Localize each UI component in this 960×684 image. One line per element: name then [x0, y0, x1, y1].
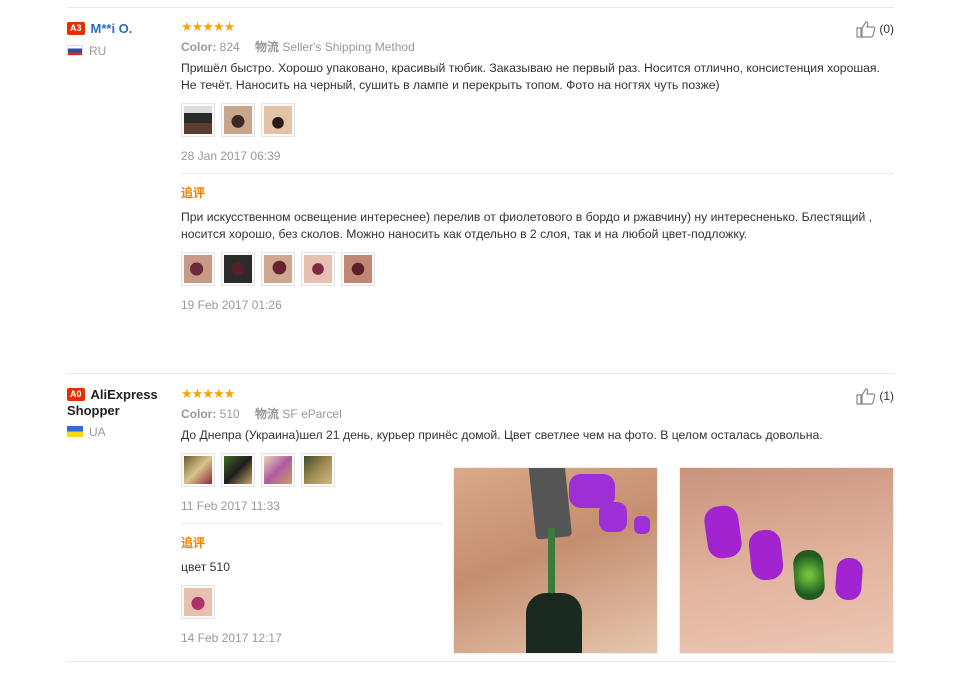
reviewer-name[interactable]: M**i O. — [91, 21, 133, 36]
photo-thumbnail[interactable] — [181, 252, 215, 286]
photo-thumbnail[interactable] — [341, 252, 375, 286]
enlarged-photo[interactable] — [453, 467, 658, 654]
buyer-level-badge: A3 — [67, 22, 85, 35]
photo-thumbnail[interactable] — [221, 103, 255, 137]
followup-label: 追评 — [181, 186, 206, 200]
russia-flag-icon — [67, 45, 83, 56]
followup-date: 19 Feb 2017 01:26 — [181, 298, 282, 312]
reviewer-info: A3 M**i O. RU — [67, 20, 177, 58]
review-text: Пришёл быстро. Хорошо упаковано, красивы… — [181, 61, 880, 92]
rating-stars: ★★★★★ — [181, 386, 235, 401]
color-value: 510 — [219, 407, 240, 421]
enlarged-photo[interactable] — [679, 467, 894, 654]
followup-divider — [181, 173, 894, 174]
followup-divider — [181, 523, 443, 524]
photo-thumbnail[interactable] — [221, 252, 255, 286]
rating-stars: ★★★★★ — [181, 19, 235, 34]
reviewer-info: A0 AliExpress Shopper UA — [67, 387, 177, 439]
photo-thumbnail[interactable] — [181, 585, 215, 619]
review-text: До Днепра (Украина)шел 21 день, курьер п… — [181, 428, 823, 442]
photo-thumbnail[interactable] — [181, 103, 215, 137]
photo-thumbnail[interactable] — [301, 252, 335, 286]
color-value: 824 — [219, 40, 240, 54]
photo-thumbnail[interactable] — [301, 453, 335, 487]
photo-thumbnail[interactable] — [221, 453, 255, 487]
order-info: Color: 510 物流 SF eParcel — [181, 407, 342, 421]
reviewer-country: UA — [67, 425, 177, 439]
photo-thumbnail[interactable] — [181, 453, 215, 487]
bottom-divider — [67, 661, 894, 662]
order-info: Color: 824 物流 Seller's Shipping Method — [181, 40, 415, 54]
followup-photos — [181, 252, 894, 286]
review-date: 28 Jan 2017 06:39 — [181, 149, 281, 163]
ukraine-flag-icon — [67, 426, 83, 437]
shipping-value: SF eParcel — [282, 407, 342, 421]
photo-thumbnail[interactable] — [261, 453, 295, 487]
review-body: ★★★★★ Color: 824 物流 Seller's Shipping Me… — [181, 20, 894, 312]
shipping-value: Seller's Shipping Method — [282, 40, 415, 54]
review-photos — [181, 103, 894, 137]
buyer-level-badge: A0 — [67, 388, 85, 401]
followup-text: При искусственном освещение интереснее) … — [181, 210, 873, 241]
reviewer-country: RU — [67, 44, 177, 58]
review-divider — [67, 373, 894, 374]
photo-thumbnail[interactable] — [261, 103, 295, 137]
photo-thumbnail[interactable] — [261, 252, 295, 286]
top-divider — [67, 7, 894, 8]
